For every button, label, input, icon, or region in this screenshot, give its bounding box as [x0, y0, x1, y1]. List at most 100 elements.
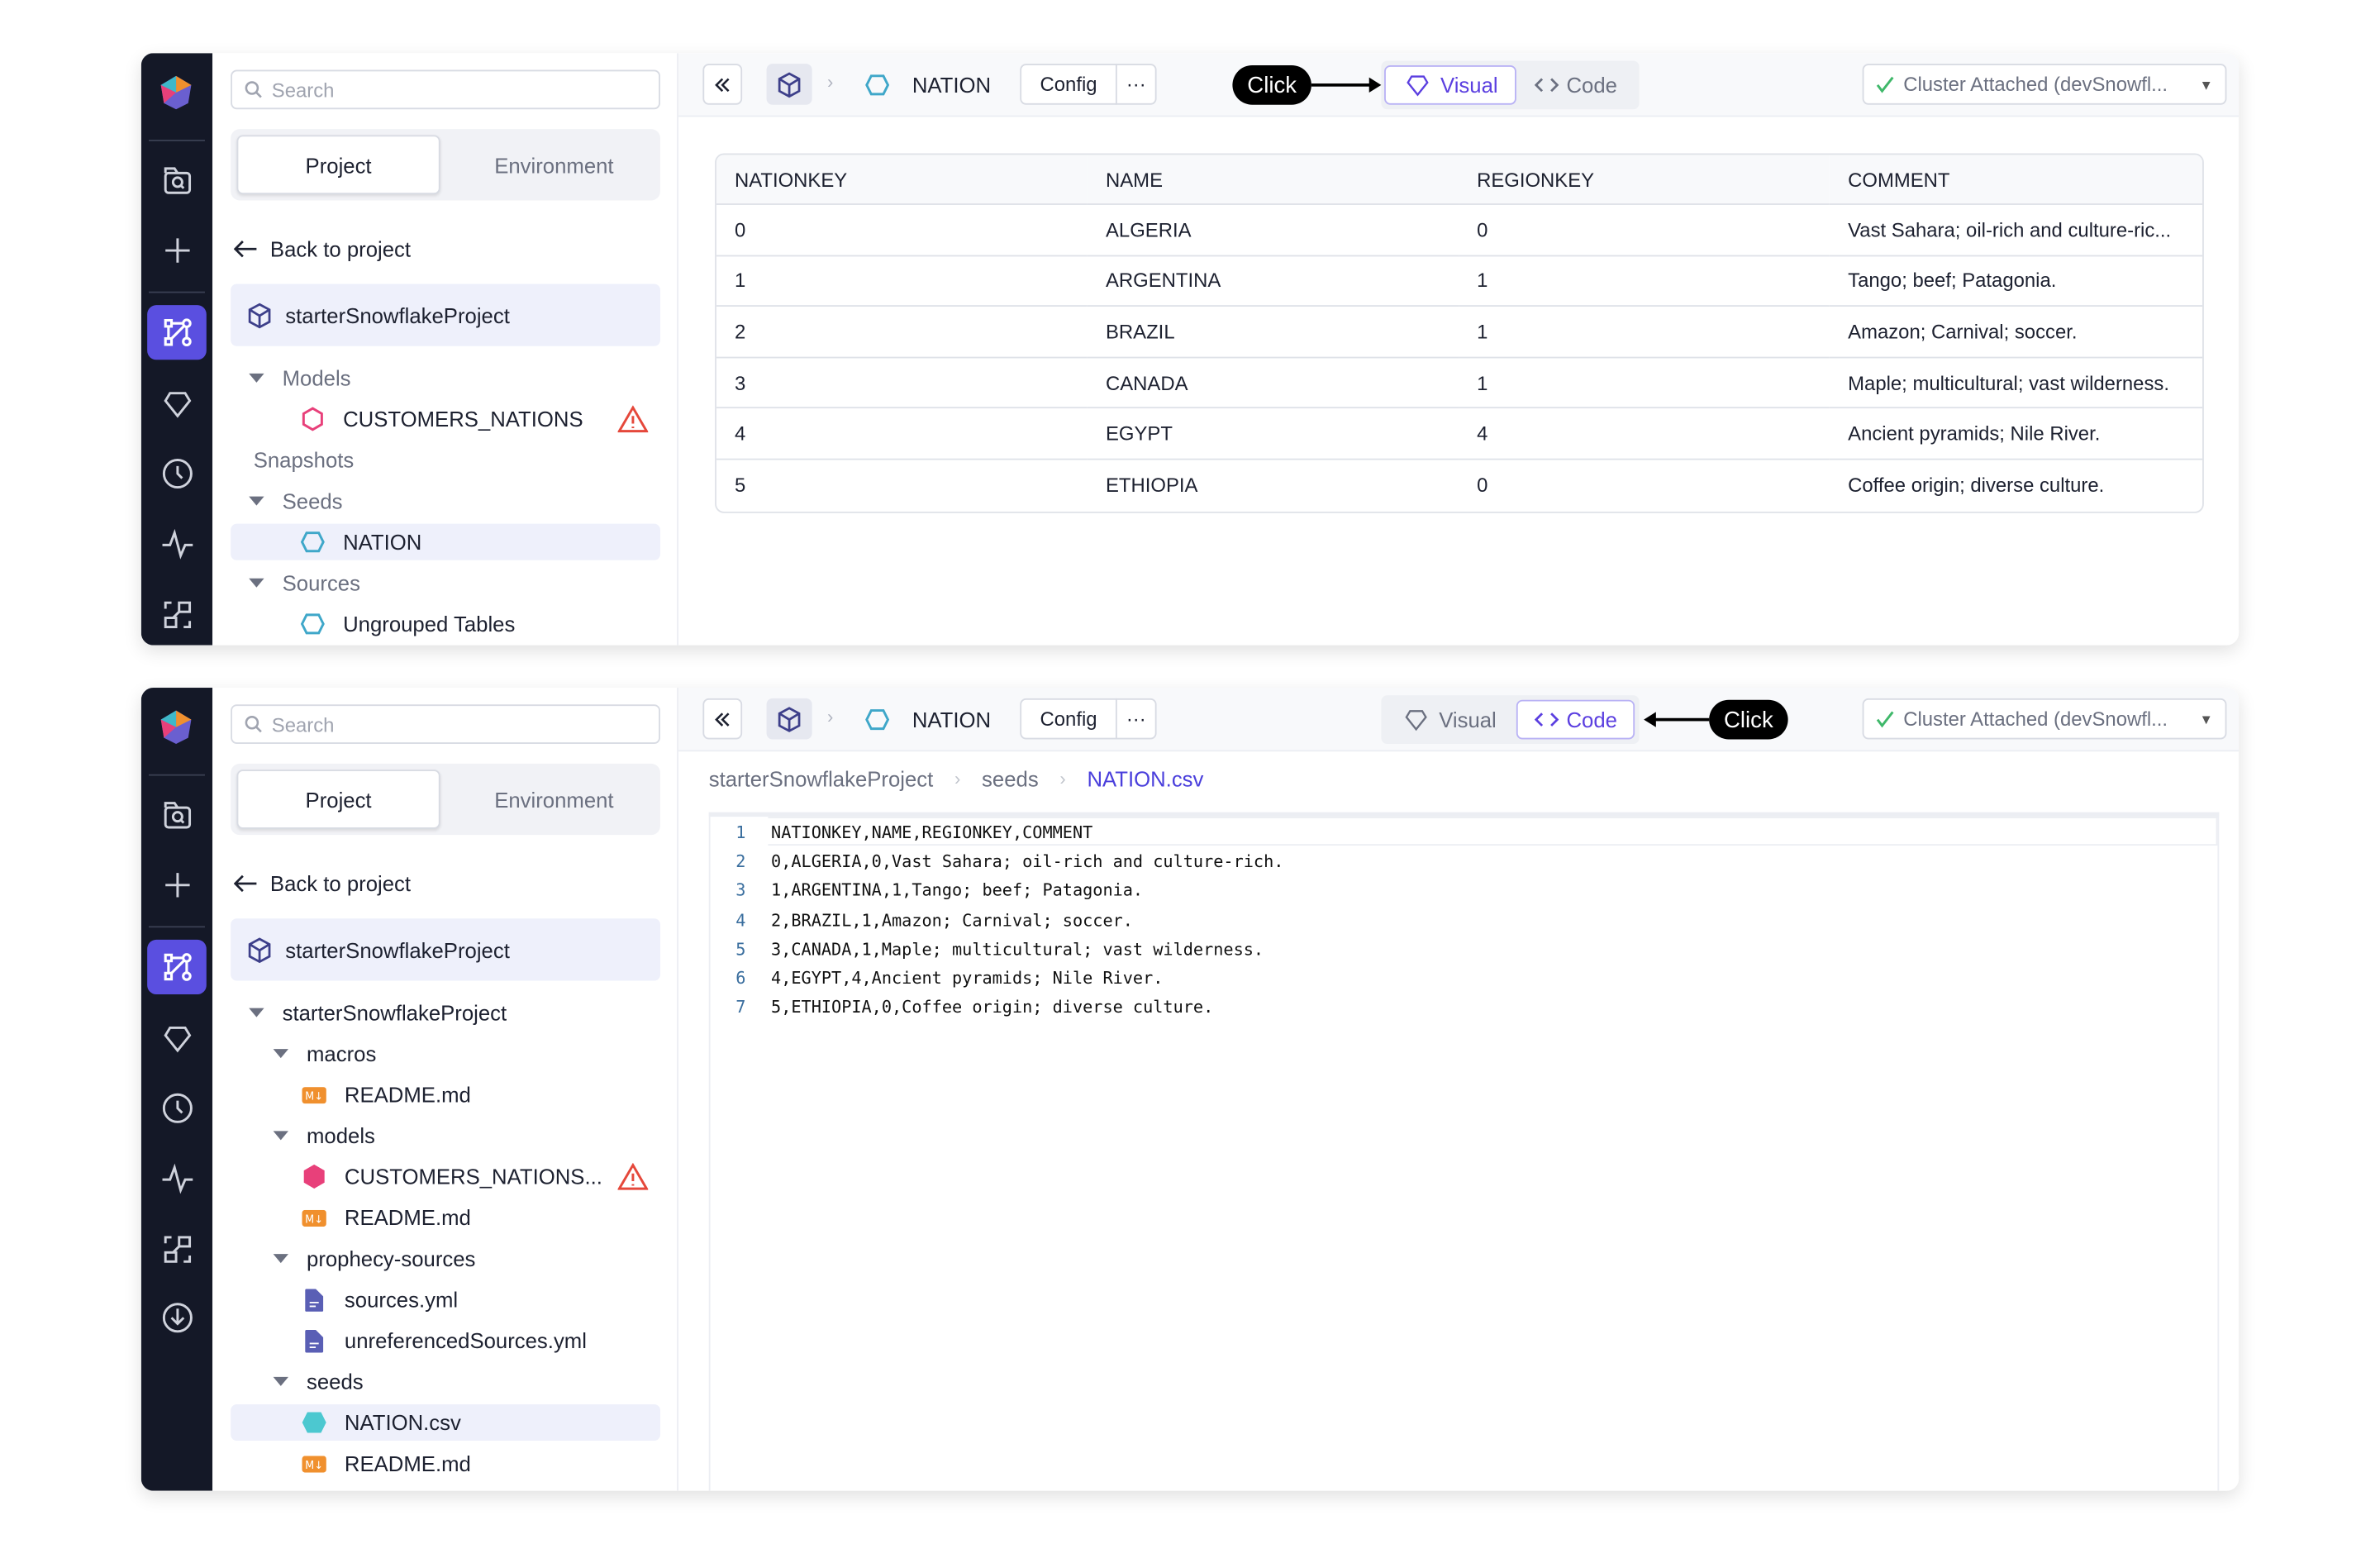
- tree-item[interactable]: seeds: [231, 1363, 660, 1399]
- tree-item[interactable]: NATION: [231, 523, 660, 560]
- tree-item[interactable]: NATION.csv: [231, 1403, 660, 1442]
- tree-item[interactable]: M↓ README.md: [231, 1076, 660, 1113]
- breadcrumb-item[interactable]: seeds: [982, 767, 1039, 791]
- caret-down-icon[interactable]: [249, 373, 264, 383]
- table-cell: 1: [1459, 256, 1830, 307]
- tree-item[interactable]: Models: [231, 360, 660, 396]
- tree-item[interactable]: Snapshots: [231, 441, 660, 478]
- table-cell: 0: [1477, 474, 1488, 498]
- tree-item[interactable]: models: [231, 1117, 660, 1154]
- tree-item[interactable]: unreferencedSources.yml: [231, 1322, 660, 1359]
- config-button[interactable]: Config: [1020, 698, 1117, 740]
- seed-icon: [300, 530, 325, 554]
- project-sidebar: Search Project Environment Back to project s…: [212, 53, 679, 646]
- history-button[interactable]: [147, 1081, 207, 1136]
- caret-down-icon[interactable]: [273, 1131, 288, 1141]
- history-button[interactable]: [147, 446, 207, 501]
- rail-divider: [148, 774, 205, 776]
- graph-button[interactable]: [147, 305, 207, 360]
- back-to-project-link[interactable]: Back to project: [233, 871, 411, 896]
- code-editor[interactable]: 1 NATIONKEY,NAME,REGIONKEY,COMMENT 2 0,ALGE…: [708, 812, 2220, 1491]
- tree-item[interactable]: M↓ README.md: [231, 1199, 660, 1236]
- graph-button[interactable]: [147, 939, 207, 995]
- gem-button[interactable]: [147, 1011, 207, 1065]
- gem-button[interactable]: [147, 377, 207, 431]
- tab-project[interactable]: Project: [236, 770, 440, 829]
- collapse-button[interactable]: [702, 64, 743, 105]
- add-button[interactable]: [147, 858, 207, 913]
- tree-item[interactable]: Ungrouped Tables: [231, 606, 660, 642]
- monitor-button[interactable]: [147, 1151, 207, 1205]
- more-button[interactable]: ···: [1115, 698, 1157, 740]
- column-header[interactable]: REGIONKEY: [1459, 155, 1830, 205]
- tree-item[interactable]: prophecy-sources: [231, 1241, 660, 1277]
- lineage-icon: [160, 1232, 193, 1265]
- table-cell: Maple; multicultural; vast wilderness.: [1830, 358, 2203, 409]
- cube-icon: [776, 70, 803, 98]
- chevron-right-icon: ›: [827, 71, 834, 93]
- column-header[interactable]: NAME: [1087, 155, 1459, 205]
- history-icon: [160, 457, 193, 490]
- search-files-button[interactable]: [147, 154, 207, 208]
- lineage-button[interactable]: [147, 588, 207, 642]
- visual-label: Visual: [1439, 707, 1497, 732]
- caret-down-icon[interactable]: [273, 1254, 288, 1264]
- code-line: 3,CANADA,1,Maple; multicultural; vast wi…: [771, 939, 1264, 960]
- code-tab[interactable]: Code: [1516, 699, 1635, 740]
- search-files-button[interactable]: [147, 788, 207, 842]
- sidebar-tabs: Project Environment: [231, 129, 660, 201]
- table-cell: BRAZIL: [1087, 307, 1459, 359]
- table-cell: Ancient pyramids; Nile River.: [1830, 409, 2203, 460]
- config-button[interactable]: Config: [1020, 64, 1117, 105]
- cluster-dropdown[interactable]: Cluster Attached (devSnowfl... ▼: [1862, 698, 2227, 740]
- tree-item[interactable]: Seeds: [231, 483, 660, 519]
- rail-divider: [148, 926, 205, 928]
- breadcrumb-item[interactable]: NATION.csv: [1087, 767, 1203, 791]
- tree-item[interactable]: CUSTOMERS_NATIONS: [231, 401, 660, 437]
- tree-item[interactable]: macros: [231, 1036, 660, 1072]
- search-input[interactable]: Search: [231, 69, 660, 110]
- tree-item[interactable]: sources.yml: [231, 1281, 660, 1318]
- monitor-button[interactable]: [147, 516, 207, 570]
- back-label: Back to project: [269, 236, 412, 261]
- download-button[interactable]: [147, 1290, 207, 1345]
- search-input[interactable]: Search: [231, 704, 660, 744]
- code-label: Code: [1566, 707, 1617, 732]
- rail-divider: [148, 139, 205, 141]
- back-to-project-link[interactable]: Back to project: [233, 236, 412, 261]
- caret-down-icon[interactable]: [273, 1376, 288, 1386]
- column-header[interactable]: NATIONKEY: [716, 155, 1088, 205]
- visual-tab[interactable]: Visual: [1384, 64, 1516, 105]
- project-button[interactable]: [766, 698, 812, 740]
- data-table: NATIONKEY NAME REGIONKEY COMMENT 0 ALGERIA 0 Va…: [715, 153, 2204, 513]
- breadcrumb-item[interactable]: starterSnowflakeProject: [709, 767, 934, 791]
- line-number: 2: [735, 851, 746, 872]
- column-header[interactable]: COMMENT: [1830, 155, 2203, 205]
- tree-item[interactable]: starterSnowflakeProject: [231, 994, 660, 1031]
- tab-project[interactable]: Project: [236, 135, 440, 195]
- caret-down-icon[interactable]: [249, 496, 264, 506]
- tab-environment[interactable]: Environment: [452, 770, 655, 829]
- tree-item[interactable]: CUSTOMERS_NATIONS...: [231, 1158, 660, 1194]
- collapse-button[interactable]: [702, 698, 743, 740]
- caret-down-icon[interactable]: [273, 1049, 288, 1059]
- chevron-right-icon: ›: [954, 768, 961, 790]
- line-number: 4: [735, 910, 746, 931]
- tree-item[interactable]: M↓ README.md: [231, 1446, 660, 1482]
- search-placeholder: Search: [271, 712, 335, 736]
- code-tab[interactable]: Code: [1518, 65, 1634, 105]
- tab-environment[interactable]: Environment: [452, 135, 655, 194]
- lineage-button[interactable]: [147, 1222, 207, 1277]
- visual-tab[interactable]: Visual: [1384, 700, 1513, 740]
- more-button[interactable]: ···: [1115, 64, 1157, 105]
- add-button[interactable]: [147, 223, 207, 278]
- table-row: 5 ETHIOPIA 0 Coffee origin; diverse culture…: [716, 460, 2202, 511]
- tree-item[interactable]: Sources: [231, 565, 660, 601]
- project-item[interactable]: starterSnowflakeProject: [231, 284, 660, 346]
- tree-item-label: Sources: [282, 570, 360, 595]
- project-button[interactable]: [766, 64, 812, 105]
- cluster-dropdown[interactable]: Cluster Attached (devSnowfl... ▼: [1862, 64, 2227, 105]
- caret-down-icon[interactable]: [249, 578, 264, 588]
- project-item[interactable]: starterSnowflakeProject: [231, 918, 660, 981]
- caret-down-icon[interactable]: [249, 1008, 264, 1017]
